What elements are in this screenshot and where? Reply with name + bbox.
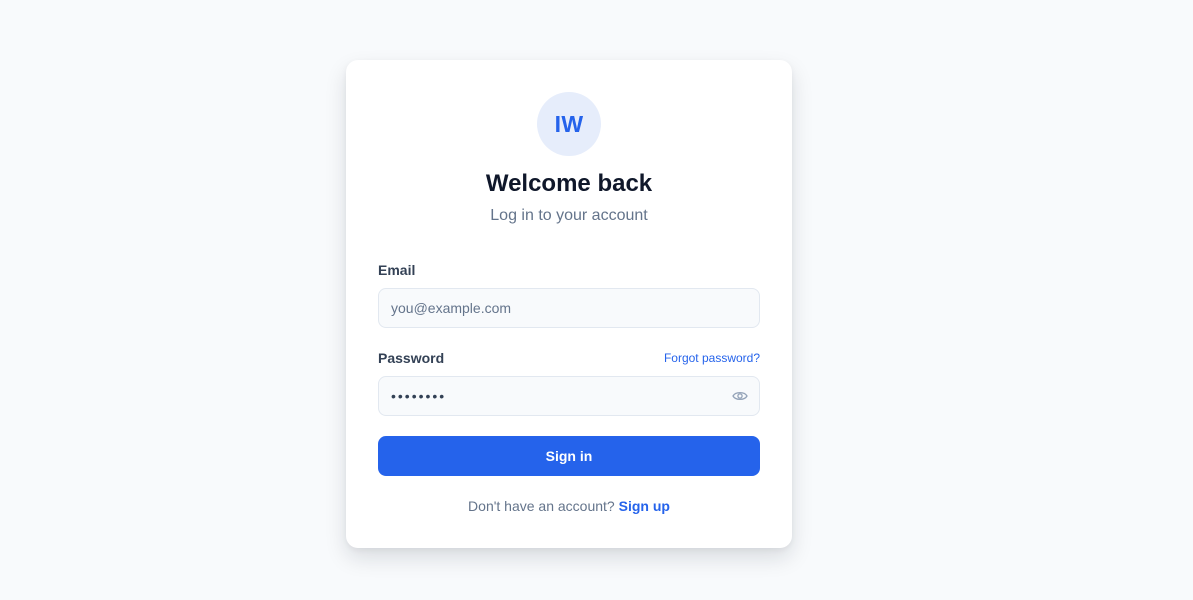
password-label: Password (378, 350, 445, 366)
avatar: IW (537, 92, 601, 156)
page-title: Welcome back (485, 170, 653, 197)
password-field[interactable] (378, 376, 760, 416)
login-card: IW Welcome back Log in to your account E… (346, 60, 792, 548)
forgot-password-link[interactable]: Forgot password? (664, 351, 760, 365)
signup-prompt-text: Don't have an account? (468, 498, 615, 514)
signup-prompt: Don't have an account? Sign up (346, 498, 792, 514)
sign-up-link[interactable]: Sign up (619, 498, 670, 514)
sign-in-button[interactable]: Sign in (378, 436, 760, 476)
email-field[interactable] (378, 288, 760, 328)
eye-icon[interactable] (732, 390, 748, 402)
email-label: Email (378, 262, 416, 278)
page-subtitle: Log in to your account (490, 207, 648, 224)
